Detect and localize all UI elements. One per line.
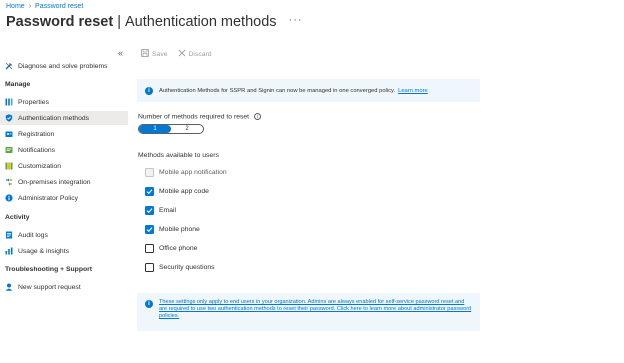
sidebar-item-registration[interactable]: Registration	[0, 127, 128, 141]
sidebar-item-on-premises-integration[interactable]: On-premises integration	[0, 175, 128, 189]
checkbox[interactable]	[145, 244, 154, 253]
method-label: Email	[159, 207, 176, 214]
method-mobile-app-code[interactable]: Mobile app code	[145, 187, 209, 196]
collapse-sidebar-icon[interactable]: «	[118, 48, 123, 58]
save-label: Save	[152, 50, 168, 58]
admin-policy-note: i These settings only apply to end users…	[137, 293, 480, 331]
sidebar-item-label: Authentication methods	[18, 114, 90, 122]
sidebar-item-properties[interactable]: Properties	[0, 95, 128, 109]
checkbox[interactable]	[145, 187, 154, 196]
sidebar: « Diagnose and solve problems Manage Pro…	[0, 46, 128, 363]
sidebar-item-label: On-premises integration	[18, 178, 91, 186]
properties-icon	[5, 98, 13, 106]
method-label: Mobile app code	[159, 188, 209, 195]
wrench-icon	[5, 62, 13, 70]
checkbox	[145, 168, 154, 177]
method-office-phone[interactable]: Office phone	[145, 244, 197, 253]
method-label: Mobile phone	[159, 226, 200, 233]
integration-icon	[5, 178, 13, 186]
discard-button[interactable]: Discard	[178, 49, 212, 59]
page-subtitle: Authentication methods	[124, 14, 277, 30]
info-icon: i	[145, 300, 153, 308]
section-troubleshooting: Troubleshooting + Support	[5, 266, 93, 273]
customization-icon	[5, 162, 13, 170]
registration-icon	[5, 130, 13, 138]
converged-policy-banner: i Authentication Methods for SSPR and Si…	[137, 79, 480, 102]
section-activity: Activity	[5, 214, 30, 221]
method-label: Mobile app notification	[159, 169, 227, 176]
shield-icon	[5, 114, 13, 122]
sidebar-item-label: Notifications	[18, 146, 56, 154]
command-bar: Save Discard	[141, 49, 222, 59]
breadcrumb: Home › Password reset	[6, 3, 83, 10]
sidebar-item-label: Diagnose and solve problems	[18, 62, 108, 70]
section-manage: Manage	[5, 81, 31, 88]
usage-insights-icon	[5, 247, 13, 255]
learn-more-link[interactable]: Learn more	[398, 88, 428, 94]
checkbox[interactable]	[145, 206, 154, 215]
save-button[interactable]: Save	[141, 49, 168, 59]
method-label: Office phone	[159, 245, 198, 252]
breadcrumb-home[interactable]: Home	[6, 3, 25, 10]
title-divider: |	[117, 14, 121, 30]
method-label: Security questions	[159, 264, 215, 271]
help-icon[interactable]: i	[253, 113, 261, 120]
sidebar-item-administrator-policy[interactable]: Administrator Policy	[0, 191, 128, 205]
page-header: Password reset | Authentication methods …	[6, 14, 303, 30]
checkmark-icon	[146, 208, 153, 214]
sidebar-item-notifications[interactable]: Notifications	[0, 143, 128, 157]
methods-required-text: Number of methods required to reset	[138, 113, 250, 121]
banner-text: Authentication Methods for SSPR and Sign…	[159, 87, 396, 94]
sidebar-item-label: Usage & insights	[18, 247, 70, 255]
method-mobile-app-notification: Mobile app notification	[145, 168, 227, 177]
checkbox[interactable]	[145, 225, 154, 234]
more-options-icon[interactable]: ···	[289, 14, 303, 26]
save-icon	[141, 49, 149, 59]
sidebar-item-label: New support request	[18, 283, 81, 291]
admin-policy-link[interactable]: These settings only apply to end users i…	[159, 299, 472, 320]
info-icon	[5, 194, 13, 202]
sidebar-item-audit-logs[interactable]: Audit logs	[0, 228, 128, 242]
sidebar-item-diagnose[interactable]: Diagnose and solve problems	[0, 59, 128, 73]
sidebar-item-label: Customization	[18, 162, 62, 170]
support-request-icon	[5, 283, 13, 291]
audit-logs-icon	[5, 231, 13, 239]
method-security-questions[interactable]: Security questions	[145, 263, 215, 272]
sidebar-item-authentication-methods[interactable]: Authentication methods	[0, 111, 128, 125]
sidebar-item-usage-insights[interactable]: Usage & insights	[0, 244, 128, 258]
info-icon: i	[145, 86, 153, 95]
page-title: Password reset	[6, 14, 114, 30]
method-email[interactable]: Email	[145, 206, 176, 215]
checkbox[interactable]	[145, 263, 154, 272]
checkmark-icon	[146, 227, 153, 233]
notifications-icon	[5, 146, 13, 154]
methods-required-label: Number of methods required to reset i	[138, 113, 261, 120]
close-icon	[178, 49, 186, 59]
method-mobile-phone[interactable]: Mobile phone	[145, 225, 200, 234]
checkmark-icon	[146, 189, 153, 195]
methods-required-toggle[interactable]: 1 2	[138, 124, 204, 134]
sidebar-item-label: Registration	[18, 130, 55, 138]
option-2[interactable]: 2	[171, 125, 203, 133]
option-1[interactable]: 1	[139, 125, 171, 133]
methods-available-label: Methods available to users	[138, 152, 219, 159]
breadcrumb-current[interactable]: Password reset	[35, 3, 83, 10]
sidebar-item-customization[interactable]: Customization	[0, 159, 128, 173]
discard-label: Discard	[188, 50, 212, 58]
sidebar-item-label: Properties	[18, 98, 49, 106]
sidebar-item-label: Audit logs	[18, 231, 48, 239]
sidebar-item-new-support-request[interactable]: New support request	[0, 280, 128, 294]
sidebar-item-label: Administrator Policy	[18, 194, 79, 202]
chevron-right-icon: ›	[28, 3, 32, 10]
